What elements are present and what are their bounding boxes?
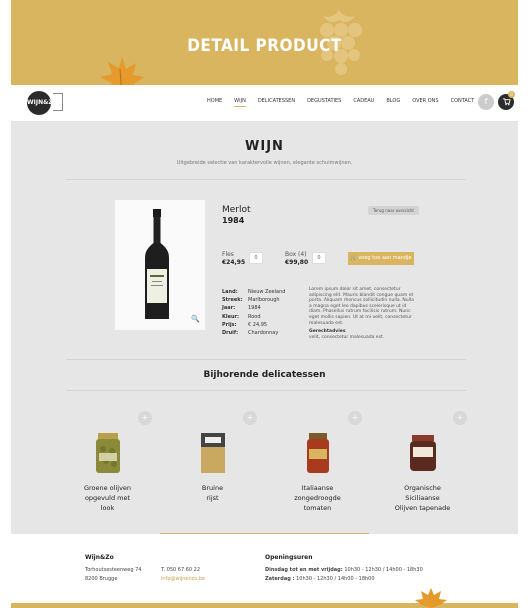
footer-contact: T. 050 67 60 22 info@wijnenzo.be <box>161 566 205 584</box>
divider <box>66 390 466 391</box>
cart-count-badge: 0 <box>508 91 515 98</box>
section-title: WIJN <box>245 139 284 154</box>
related-item-name: Italiaanse zongedroogde tomaten <box>294 484 341 512</box>
footer-hours: Dinsdag tot en met vrijdag: 10h30 - 12h3… <box>265 567 423 582</box>
zoom-icon[interactable]: 🔍 <box>191 315 200 323</box>
nav-item-degustaties[interactable]: DEGUSTATIES <box>307 98 341 107</box>
olive-jar-image <box>96 433 120 473</box>
plus-icon[interactable]: + <box>348 411 362 425</box>
nav-item-contact[interactable]: CONTACT <box>451 98 475 107</box>
tapenade-jar-image <box>410 435 436 471</box>
facebook-icon[interactable]: f <box>478 94 494 110</box>
section-subtitle: Uitgebreide selectie van karaktervolle w… <box>176 160 353 166</box>
divider <box>66 359 466 360</box>
page: DETAIL PRODUCT WIJN&ZO HOME WIJN DELICAT… <box>0 0 529 608</box>
wine-bottle-image <box>145 209 169 319</box>
page-title: DETAIL PRODUCT <box>187 36 342 56</box>
quantity-input-box[interactable]: 0 <box>312 252 326 264</box>
main-navigation: WIJN&ZO HOME WIJN DELICATESSEN DEGUSTATI… <box>11 85 518 122</box>
nav-item-over-ons[interactable]: OVER ONS <box>412 98 438 107</box>
related-item-name: Bruine rijst <box>201 484 224 502</box>
spec-row: Streek: Marlborough <box>222 297 280 304</box>
related-item-tapenade[interactable]: + Organische Siciliaanse Olijven tapenad… <box>370 407 475 534</box>
rice-bag-image <box>201 433 225 473</box>
add-to-cart-button[interactable]: 🛒 voeg toe aan mandje <box>348 252 414 265</box>
footer-brand: Wijn&Zo <box>85 554 114 561</box>
plus-icon[interactable]: + <box>243 411 257 425</box>
description-text: Lorem ipsum dolor sit amet, consectetur … <box>309 287 414 326</box>
option-price-box: €99,80 <box>285 259 309 266</box>
nav-item-blog[interactable]: BLOG <box>386 98 400 107</box>
logo-bracket <box>53 93 63 111</box>
plus-icon[interactable]: + <box>453 411 467 425</box>
product-specs: Land: Nieuw Zeeland Streek: Marlborough Ja… <box>222 288 285 337</box>
nav-menu: HOME WIJN DELICATESSEN DEGUSTATIES CADEA… <box>207 98 486 107</box>
nav-item-cadeau[interactable]: CADEAU <box>353 98 374 107</box>
back-to-overview-button[interactable]: Terug naar overzicht <box>368 206 420 215</box>
option-label-bottle: Fles <box>222 251 234 258</box>
pairing-title: Gerechtadvies <box>309 329 346 335</box>
spec-row: Druif: Chardonnay <box>222 330 279 337</box>
nav-item-delicatessen[interactable]: DELICATESSEN <box>258 98 295 107</box>
footer-hours-title: Openingsuren <box>265 554 313 561</box>
plus-icon[interactable]: + <box>138 411 152 425</box>
related-item-olives[interactable]: + Groene olijven opgevuld met look <box>55 407 160 534</box>
hero-banner: DETAIL PRODUCT <box>11 0 518 85</box>
product-name: Merlot <box>222 205 251 215</box>
footer-phone: T. 050 67 60 22 <box>161 567 201 573</box>
spec-row: Jaar: 1984 <box>222 305 261 312</box>
related-title: Bijhorende delicatessen <box>203 370 326 380</box>
product-section: WIJN Uitgebreide selectie van karaktervo… <box>11 122 518 534</box>
product-year: 1984 <box>222 216 245 225</box>
spec-row: Kleur: Rood <box>222 313 261 320</box>
pairing-text: velit, consectetur malesuada est. <box>309 334 385 340</box>
footer-email-link[interactable]: info@wijnenzo.be <box>161 575 205 584</box>
tomato-jar-image <box>307 433 329 473</box>
footer-address: Torhoutsesteenweg 74 8200 Brugge <box>85 567 142 582</box>
nav-item-wijn[interactable]: WIJN <box>234 98 246 107</box>
related-item-name: Groene olijven opgevuld met look <box>83 484 132 512</box>
logo[interactable]: WIJN&ZO <box>27 91 58 115</box>
product-description: Lorem ipsum dolor sit amet, consectetur … <box>309 287 414 340</box>
spec-row: Prijs: € 24,95 <box>222 321 268 328</box>
autumn-leaf-icon <box>415 588 447 608</box>
nav-item-home[interactable]: HOME <box>207 98 222 107</box>
related-item-tomatoes[interactable]: + Italiaanse zongedroogde tomaten <box>265 407 370 534</box>
spec-row: Land: Nieuw Zeeland <box>222 289 286 295</box>
divider <box>66 179 466 180</box>
quantity-input-bottle[interactable]: 0 <box>249 252 263 264</box>
related-item-name: Organische Siciliaanse Olijven tapenade <box>394 484 451 512</box>
basket-icon: 🛒 <box>350 255 357 261</box>
add-to-cart-label: voeg toe aan mandje <box>358 255 412 261</box>
option-price-bottle: €24,95 <box>222 259 246 266</box>
cart-icon <box>502 98 511 106</box>
related-item-rice[interactable]: + Bruine rijst <box>160 407 265 534</box>
option-label-box: Box (4) <box>285 251 307 258</box>
